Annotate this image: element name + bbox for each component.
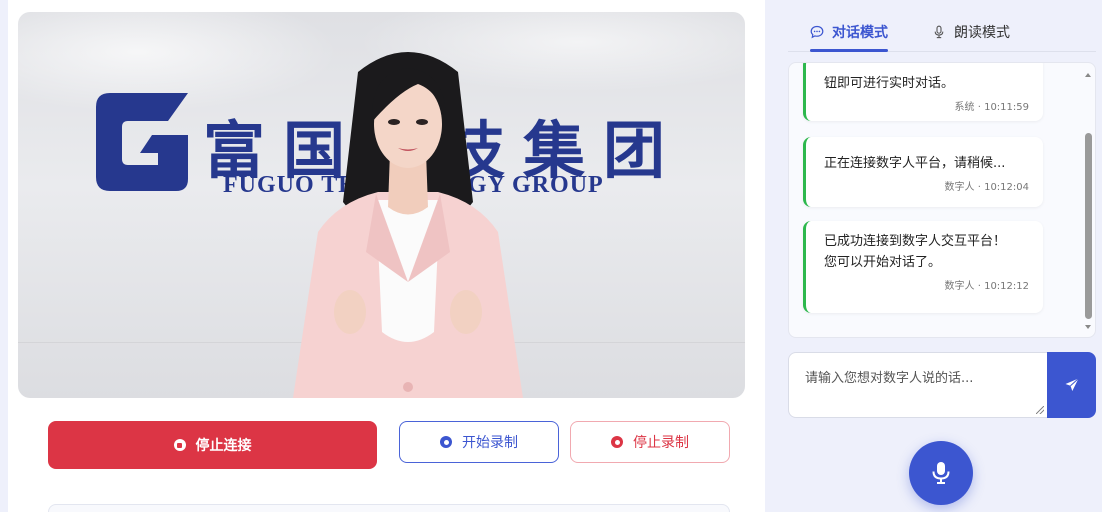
microphone-icon xyxy=(934,25,944,39)
message-text: 钮即可进行实时对话。 xyxy=(824,76,955,91)
chat-message: 已成功连接到数字人交互平台！您可以开始对话了。 数字人 · 10:12:12 xyxy=(803,221,1043,313)
scroll-thumb[interactable] xyxy=(1085,133,1092,319)
record-icon xyxy=(440,436,452,448)
message-input[interactable]: 请输入您想对数字人说的话... xyxy=(788,352,1048,418)
message-meta: 数字人 · 10:12:12 xyxy=(944,281,1029,292)
voice-input-button[interactable] xyxy=(909,441,973,505)
message-text: 正在连接数字人平台，请稍候... xyxy=(824,156,1006,171)
chat-message: 钮即可进行实时对话。 系统 · 10:11:59 xyxy=(803,63,1043,121)
company-logo-icon xyxy=(96,93,188,191)
chat-scrollbar[interactable] xyxy=(1081,63,1095,337)
send-button[interactable] xyxy=(1047,352,1096,418)
info-box xyxy=(48,504,730,512)
chat-history[interactable]: 钮即可进行实时对话。 系统 · 10:11:59 正在连接数字人平台，请稍候..… xyxy=(788,62,1096,338)
chat-message: 正在连接数字人平台，请稍候... 数字人 · 10:12:04 xyxy=(803,137,1043,207)
message-input-placeholder: 请输入您想对数字人说的话... xyxy=(805,371,974,386)
digital-human-video: 富国科技集团 FUGUO TECHNOLOGY GROUP xyxy=(18,12,745,398)
stop-recording-label: 停止录制 xyxy=(633,435,689,451)
microphone-icon xyxy=(932,462,950,484)
stop-recording-button[interactable]: 停止录制 xyxy=(570,421,730,463)
tab-dialog-mode-label: 对话模式 xyxy=(832,25,888,41)
message-meta: 系统 · 10:11:59 xyxy=(954,102,1029,113)
chat-panel: 对话模式 朗读模式 钮即可进行实时对话。 系统 · 10:11:59 正在连接数… xyxy=(788,0,1102,512)
message-meta: 数字人 · 10:12:04 xyxy=(944,182,1029,193)
tab-reading-mode-label: 朗读模式 xyxy=(954,25,1010,41)
stop-connection-label: 停止连接 xyxy=(195,438,252,454)
send-icon xyxy=(1065,378,1079,391)
scroll-down-arrow-icon[interactable] xyxy=(1085,325,1091,329)
chat-bubble-icon xyxy=(810,25,824,39)
record-stop-icon xyxy=(611,436,623,448)
start-recording-label: 开始录制 xyxy=(462,435,518,451)
stop-connection-button[interactable]: 停止连接 xyxy=(48,421,377,469)
digital-human-avatar xyxy=(293,52,523,398)
main-panel: 富国科技集团 FUGUO TECHNOLOGY GROUP xyxy=(8,0,765,512)
mode-tabs: 对话模式 朗读模式 xyxy=(788,14,1096,52)
tab-dialog-mode[interactable]: 对话模式 xyxy=(788,14,910,52)
stop-icon xyxy=(173,439,186,451)
scroll-up-arrow-icon[interactable] xyxy=(1085,73,1091,77)
start-recording-button[interactable]: 开始录制 xyxy=(399,421,559,463)
tab-reading-mode[interactable]: 朗读模式 xyxy=(910,14,1032,50)
message-text: 已成功连接到数字人交互平台！您可以开始对话了。 xyxy=(824,234,1007,270)
resize-handle-icon[interactable] xyxy=(1036,406,1044,414)
